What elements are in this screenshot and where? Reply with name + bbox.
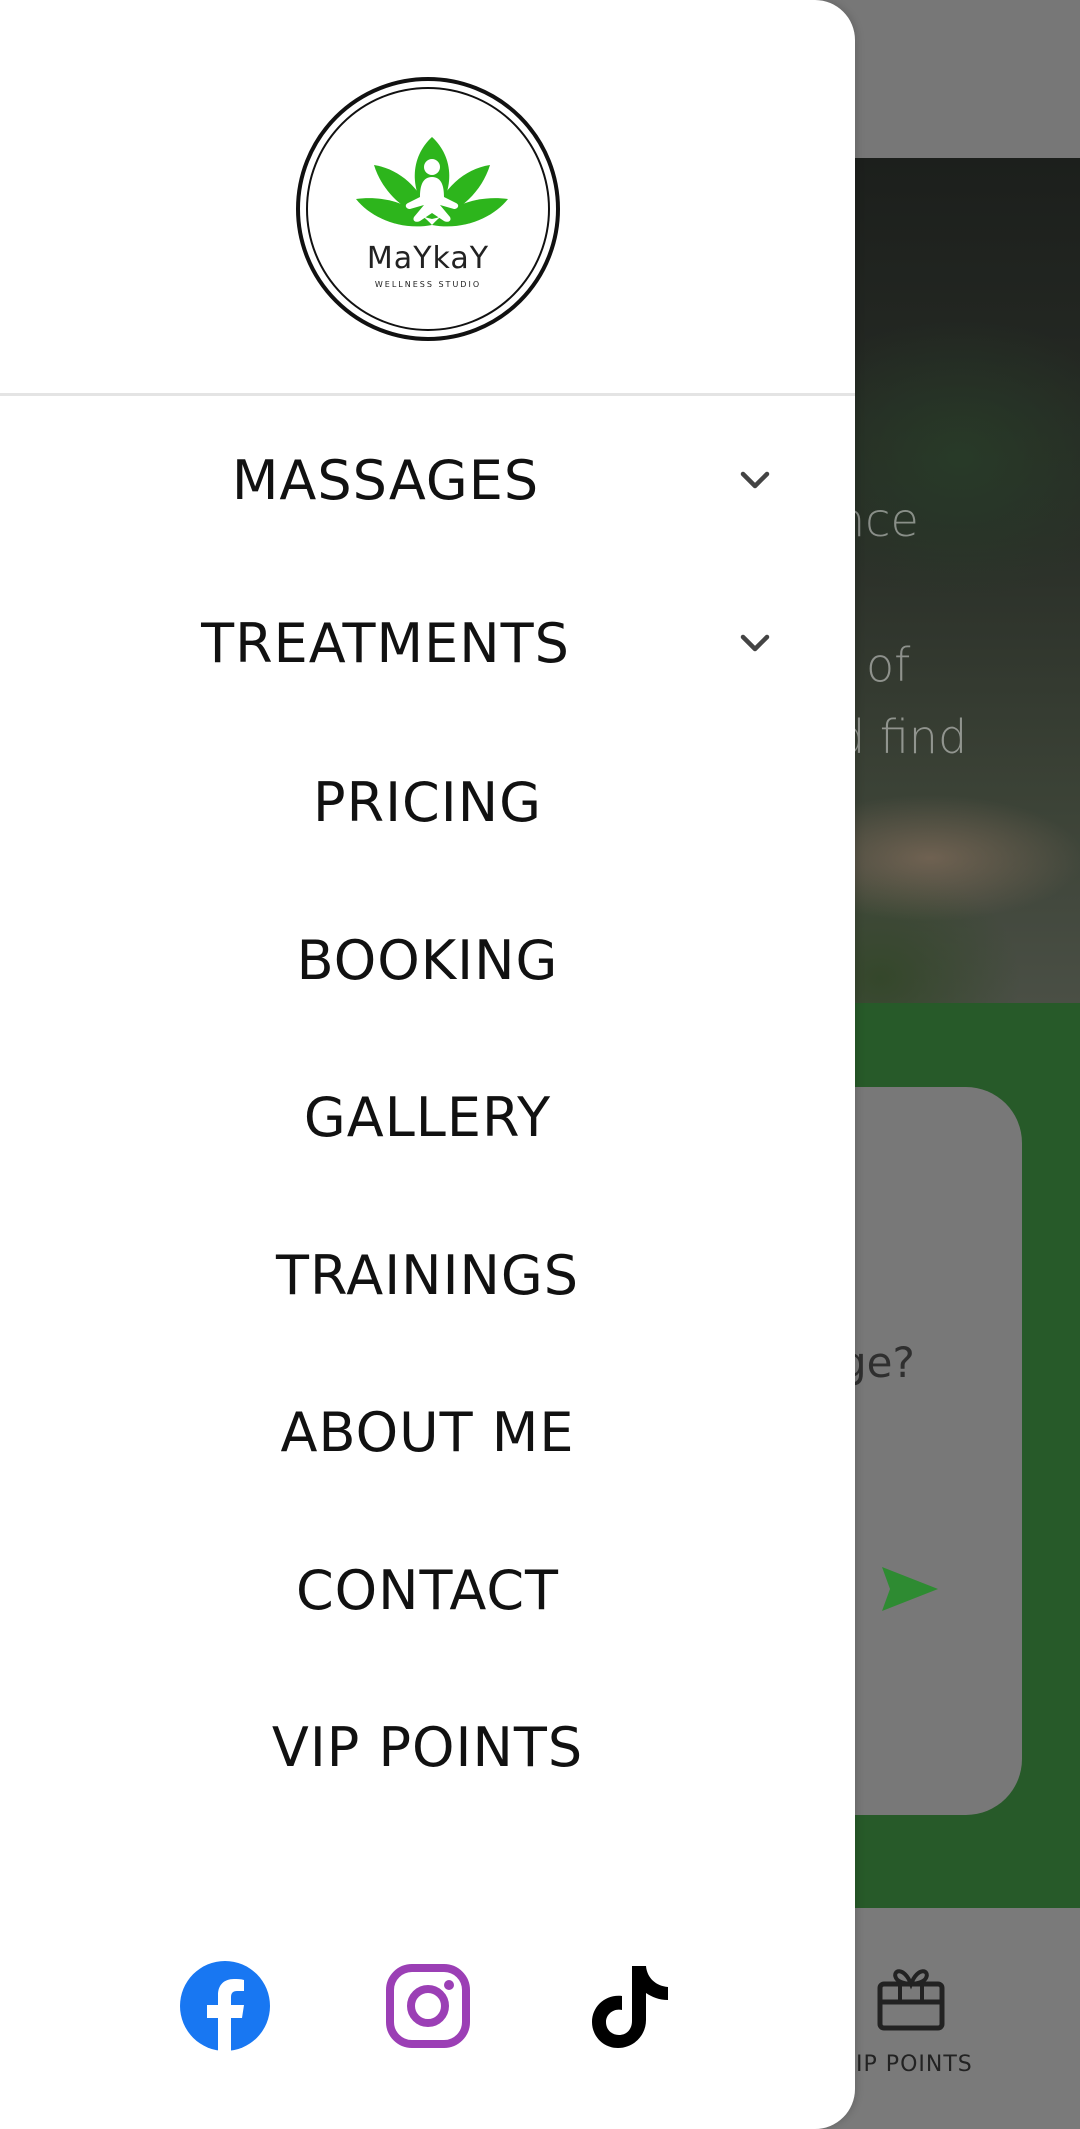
instagram-icon[interactable] — [382, 1960, 474, 2052]
menu-item-label: CONTACT — [295, 1558, 560, 1622]
send-icon[interactable] — [880, 1565, 940, 1613]
studio-logo[interactable]: MaYkaY WELLNESS STUDIO — [296, 77, 560, 341]
menu-item-label: TRAININGS — [275, 1243, 580, 1307]
menu-item-about-me[interactable]: ABOUT ME — [0, 1372, 855, 1492]
tiktok-icon[interactable] — [584, 1960, 676, 2052]
menu-item-treatments[interactable]: TREATMENTS — [0, 583, 855, 703]
menu-item-label: TREATMENTS — [201, 611, 570, 675]
menu-item-vip-points[interactable]: VIP POINTS — [0, 1687, 855, 1807]
chevron-down-icon[interactable] — [735, 623, 775, 663]
bottom-nav-vip-label[interactable]: VIP POINTS — [840, 2052, 973, 2077]
lotus-meditation-icon — [356, 137, 508, 227]
menu-item-booking[interactable]: BOOKING — [0, 900, 855, 1020]
hero-text-line: d find — [836, 710, 968, 764]
chevron-down-icon[interactable] — [735, 460, 775, 500]
menu-item-contact[interactable]: CONTACT — [0, 1530, 855, 1650]
facebook-icon[interactable] — [179, 1960, 271, 2052]
menu-item-trainings[interactable]: TRAININGS — [0, 1215, 855, 1335]
menu-item-label: MASSAGES — [231, 448, 540, 512]
navigation-drawer: MaYkaY WELLNESS STUDIO MASSAGES TREATMEN… — [0, 0, 855, 2129]
menu-item-massages[interactable]: MASSAGES — [0, 420, 855, 540]
menu-item-gallery[interactable]: GALLERY — [0, 1057, 855, 1177]
logo-name: MaYkaY — [366, 241, 490, 276]
drawer-header: MaYkaY WELLNESS STUDIO — [0, 0, 855, 396]
gift-icon[interactable] — [876, 1962, 946, 2032]
menu-item-label: PRICING — [313, 770, 542, 834]
menu-item-label: ABOUT ME — [280, 1400, 575, 1464]
menu-item-pricing[interactable]: PRICING — [0, 742, 855, 862]
menu-item-label: BOOKING — [296, 928, 559, 992]
menu-item-label: VIP POINTS — [271, 1715, 584, 1779]
hero-text-line: of — [866, 638, 911, 692]
social-links — [0, 1960, 855, 2060]
logo-subtitle: WELLNESS STUDIO — [374, 280, 482, 289]
menu-item-label: GALLERY — [303, 1085, 552, 1149]
